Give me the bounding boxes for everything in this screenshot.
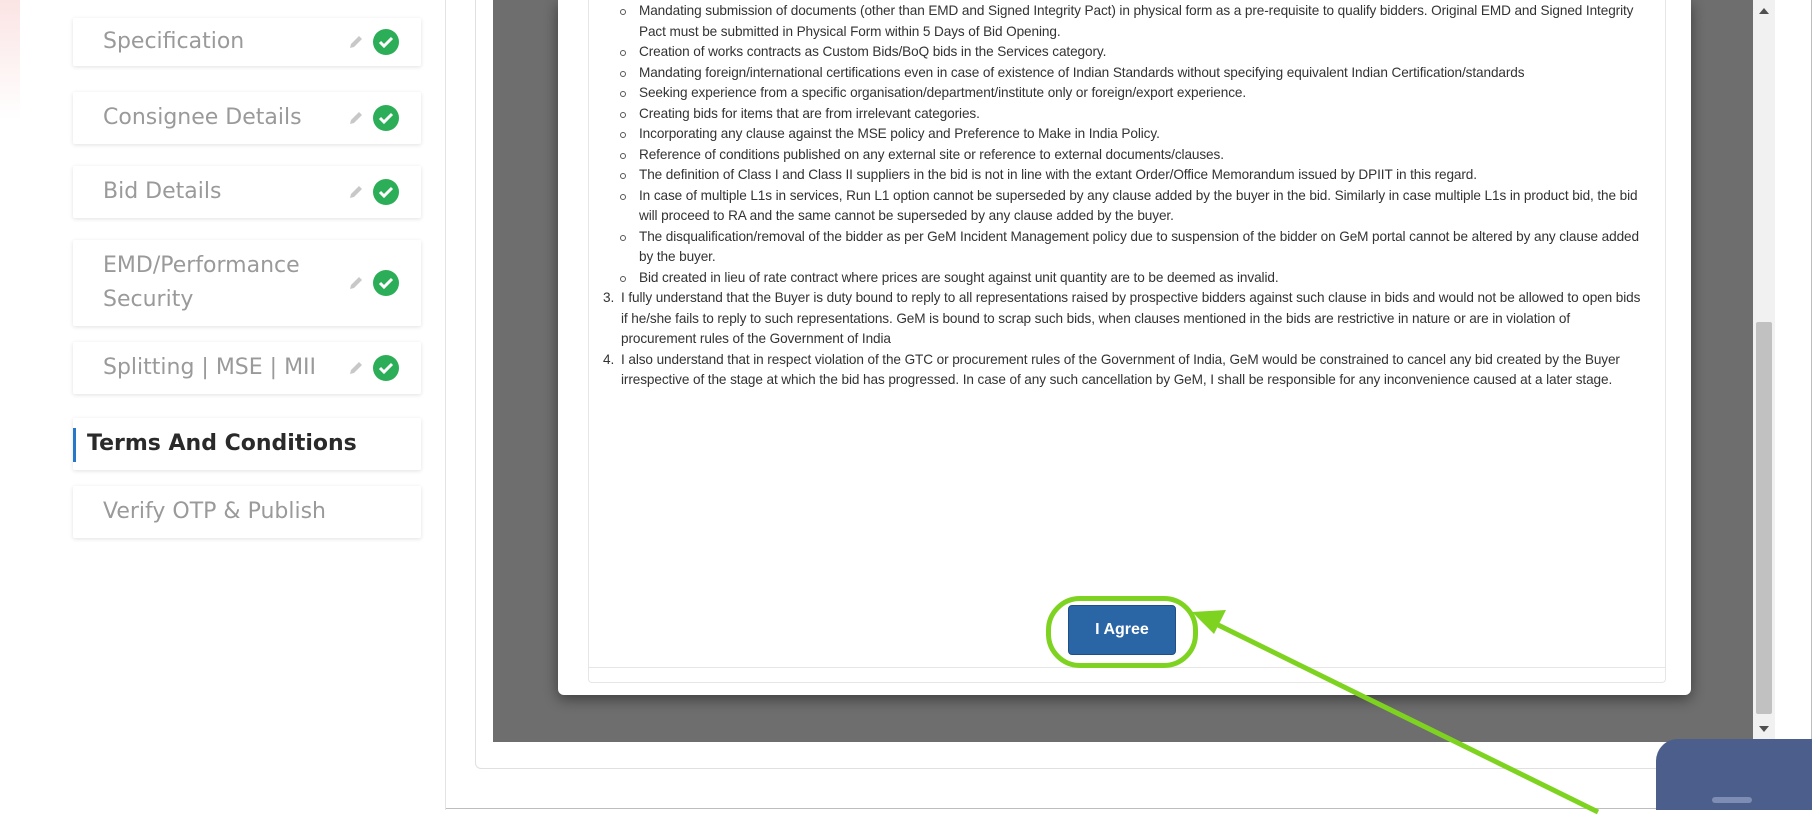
terms-sub-item: Mandating foreign/international certific… xyxy=(603,63,1648,84)
step-label: Splitting | MSE | MII xyxy=(103,355,317,380)
scroll-down-icon[interactable] xyxy=(1759,726,1769,732)
check-circle-icon xyxy=(373,179,399,205)
scrollbar-thumb[interactable] xyxy=(1756,322,1772,714)
item-text: I fully understand that the Buyer is dut… xyxy=(621,290,1641,346)
terms-text: Mandating submission of documents (other… xyxy=(603,1,1648,391)
item-number: 4. xyxy=(603,351,615,367)
step-verify-otp-publish[interactable]: Verify OTP & Publish xyxy=(73,486,421,538)
step-label: Terms And Conditions xyxy=(87,431,357,456)
step-consignee-details[interactable]: Consignee Details xyxy=(73,92,421,144)
terms-numbered-item: 4. I also understand that in respect viol… xyxy=(603,350,1648,391)
scrollbar[interactable] xyxy=(1753,0,1775,742)
terms-modal: Mandating submission of documents (other… xyxy=(558,0,1691,695)
check-circle-icon xyxy=(373,355,399,381)
i-agree-button[interactable]: I Agree xyxy=(1068,605,1176,655)
item-number: 3. xyxy=(603,290,615,305)
step-label: EMD/Performance Security xyxy=(103,249,300,317)
scroll-up-icon[interactable] xyxy=(1759,8,1769,14)
pencil-icon[interactable] xyxy=(347,183,365,201)
step-specification[interactable]: Specification xyxy=(73,18,421,66)
step-label: Bid Details xyxy=(103,179,222,204)
terms-sub-item: Incorporating any clause against the MSE… xyxy=(603,124,1648,145)
pencil-icon[interactable] xyxy=(347,109,365,127)
step-terms-and-conditions[interactable]: Terms And Conditions xyxy=(73,418,421,470)
terms-sub-item: In case of multiple L1s in services, Run… xyxy=(603,186,1648,227)
pencil-icon[interactable] xyxy=(347,274,365,292)
step-emd-performance-security[interactable]: EMD/Performance Security xyxy=(73,240,421,326)
help-widget-bar xyxy=(1712,797,1752,803)
terms-numbered-item: 3. I fully understand that the Buyer is d… xyxy=(603,288,1648,350)
step-label: Specification xyxy=(103,29,245,54)
item-text: I also understand that in respect violat… xyxy=(621,351,1620,388)
step-label: Consignee Details xyxy=(103,105,302,130)
step-label-line2: Security xyxy=(103,287,194,312)
step-label-line1: EMD/Performance xyxy=(103,253,300,278)
step-bid-details[interactable]: Bid Details xyxy=(73,166,421,218)
brand-tint xyxy=(0,0,20,120)
wizard-sidebar: Specification Consignee Details Bid Deta… xyxy=(0,0,446,810)
terms-sub-item: Reference of conditions published on any… xyxy=(603,145,1648,166)
terms-sub-item: Creating bids for items that are from ir… xyxy=(603,104,1648,125)
step-splitting-mse-mii[interactable]: Splitting | MSE | MII xyxy=(73,342,421,394)
terms-sub-item: The disqualification/removal of the bidd… xyxy=(603,227,1648,268)
pencil-icon[interactable] xyxy=(347,359,365,377)
terms-sub-item: Creation of works contracts as Custom Bi… xyxy=(603,42,1648,63)
terms-sub-item: The definition of Class I and Class II s… xyxy=(603,165,1648,186)
annotation-arrow-icon xyxy=(1192,610,1600,815)
terms-sub-item: Bid created in lieu of rate contract whe… xyxy=(603,268,1648,289)
check-circle-icon xyxy=(373,29,399,55)
step-label: Verify OTP & Publish xyxy=(103,499,326,524)
check-circle-icon xyxy=(373,270,399,296)
check-circle-icon xyxy=(373,105,399,131)
terms-sub-item: Mandating submission of documents (other… xyxy=(603,1,1648,42)
help-widget[interactable] xyxy=(1656,739,1812,810)
terms-sub-item: Seeking experience from a specific organ… xyxy=(603,83,1648,104)
active-step-indicator xyxy=(73,428,76,462)
pencil-icon[interactable] xyxy=(347,33,365,51)
